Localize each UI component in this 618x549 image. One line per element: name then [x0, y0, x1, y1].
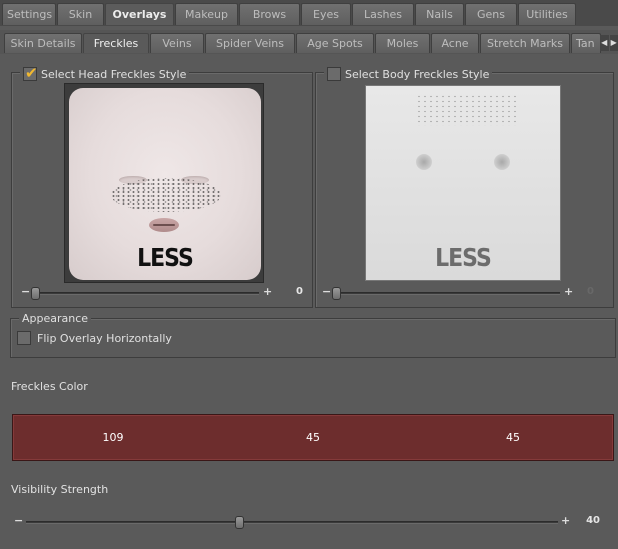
- visibility-strength-title: Visibility Strength: [11, 483, 109, 496]
- freckles-color-swatch[interactable]: 109 45 45: [12, 414, 614, 461]
- flip-overlay-checkbox[interactable]: [17, 331, 31, 345]
- head-freckles-panel: Select Head Freckles Style LESS − + 0: [11, 64, 313, 308]
- visibility-strength-slider[interactable]: − + 40: [14, 514, 614, 529]
- tab-acne[interactable]: Acne: [431, 33, 479, 53]
- overlay-tab-bar: Skin Details Freckles Veins Spider Veins…: [0, 30, 618, 54]
- head-slider-value: 0: [296, 286, 303, 297]
- body-image: LESS: [366, 86, 560, 280]
- head-style-slider[interactable]: − + 0: [21, 285, 311, 300]
- tab-settings[interactable]: Settings: [2, 3, 56, 25]
- tab-overlays[interactable]: Overlays: [105, 3, 174, 25]
- color-red-value: 109: [102, 431, 124, 444]
- tab-freckles[interactable]: Freckles: [83, 33, 149, 53]
- tab-tan[interactable]: Tan: [571, 33, 601, 53]
- head-freckles-thumbnail[interactable]: LESS: [64, 83, 264, 283]
- tab-eyes[interactable]: Eyes: [301, 3, 351, 25]
- color-blue-value: 45: [506, 431, 520, 444]
- minus-icon[interactable]: −: [322, 285, 331, 298]
- body-slider-value: 0: [587, 286, 594, 297]
- scroll-left-icon[interactable]: ◀: [600, 35, 609, 51]
- tab-utilities[interactable]: Utilities: [518, 3, 576, 25]
- visibility-slider-handle[interactable]: [235, 516, 245, 529]
- tab-age-spots[interactable]: Age Spots: [296, 33, 374, 53]
- tab-gens[interactable]: Gens: [465, 3, 517, 25]
- face-image: LESS: [69, 88, 261, 280]
- plus-icon[interactable]: +: [263, 285, 272, 298]
- plus-icon[interactable]: +: [561, 514, 570, 527]
- plus-icon[interactable]: +: [564, 285, 573, 298]
- head-thumbnail-text: LESS: [137, 244, 194, 273]
- flip-overlay-label: Flip Overlay Horizontally: [37, 331, 172, 345]
- body-style-checkbox[interactable]: [327, 67, 341, 81]
- tab-moles[interactable]: Moles: [375, 33, 430, 53]
- main-tab-bar: Settings Skin Overlays Makeup Brows Eyes…: [0, 0, 618, 26]
- flip-overlay-option[interactable]: Flip Overlay Horizontally: [17, 331, 172, 345]
- body-freckles-thumbnail[interactable]: LESS: [365, 85, 561, 281]
- tab-makeup[interactable]: Makeup: [175, 3, 238, 25]
- head-style-label: Select Head Freckles Style: [41, 67, 187, 81]
- head-slider-handle[interactable]: [31, 287, 40, 300]
- body-style-label: Select Body Freckles Style: [345, 67, 490, 81]
- head-style-checkbox[interactable]: [23, 64, 38, 82]
- color-green-value: 45: [306, 431, 320, 444]
- body-style-slider[interactable]: − + 0: [322, 285, 612, 300]
- tab-skin[interactable]: Skin: [57, 3, 104, 25]
- minus-icon[interactable]: −: [14, 514, 23, 527]
- appearance-group: Appearance Flip Overlay Horizontally: [10, 312, 616, 358]
- tab-lashes[interactable]: Lashes: [352, 3, 414, 25]
- tab-nails[interactable]: Nails: [415, 3, 464, 25]
- body-thumbnail-text: LESS: [435, 244, 492, 273]
- tab-brows[interactable]: Brows: [239, 3, 300, 25]
- minus-icon[interactable]: −: [21, 285, 30, 298]
- tab-veins[interactable]: Veins: [150, 33, 204, 53]
- tab-scroll-arrows: ◀ ▶: [600, 35, 618, 51]
- tab-stretch-marks[interactable]: Stretch Marks: [480, 33, 570, 53]
- tab-spider-veins[interactable]: Spider Veins: [205, 33, 295, 53]
- scroll-right-icon[interactable]: ▶: [609, 35, 618, 51]
- body-freckles-panel: Select Body Freckles Style LESS − + 0: [315, 67, 614, 308]
- freckles-color-title: Freckles Color: [11, 380, 88, 393]
- body-slider-handle[interactable]: [332, 287, 341, 300]
- tab-skin-details[interactable]: Skin Details: [4, 33, 82, 53]
- visibility-value: 40: [586, 515, 600, 526]
- appearance-legend: Appearance: [19, 312, 92, 325]
